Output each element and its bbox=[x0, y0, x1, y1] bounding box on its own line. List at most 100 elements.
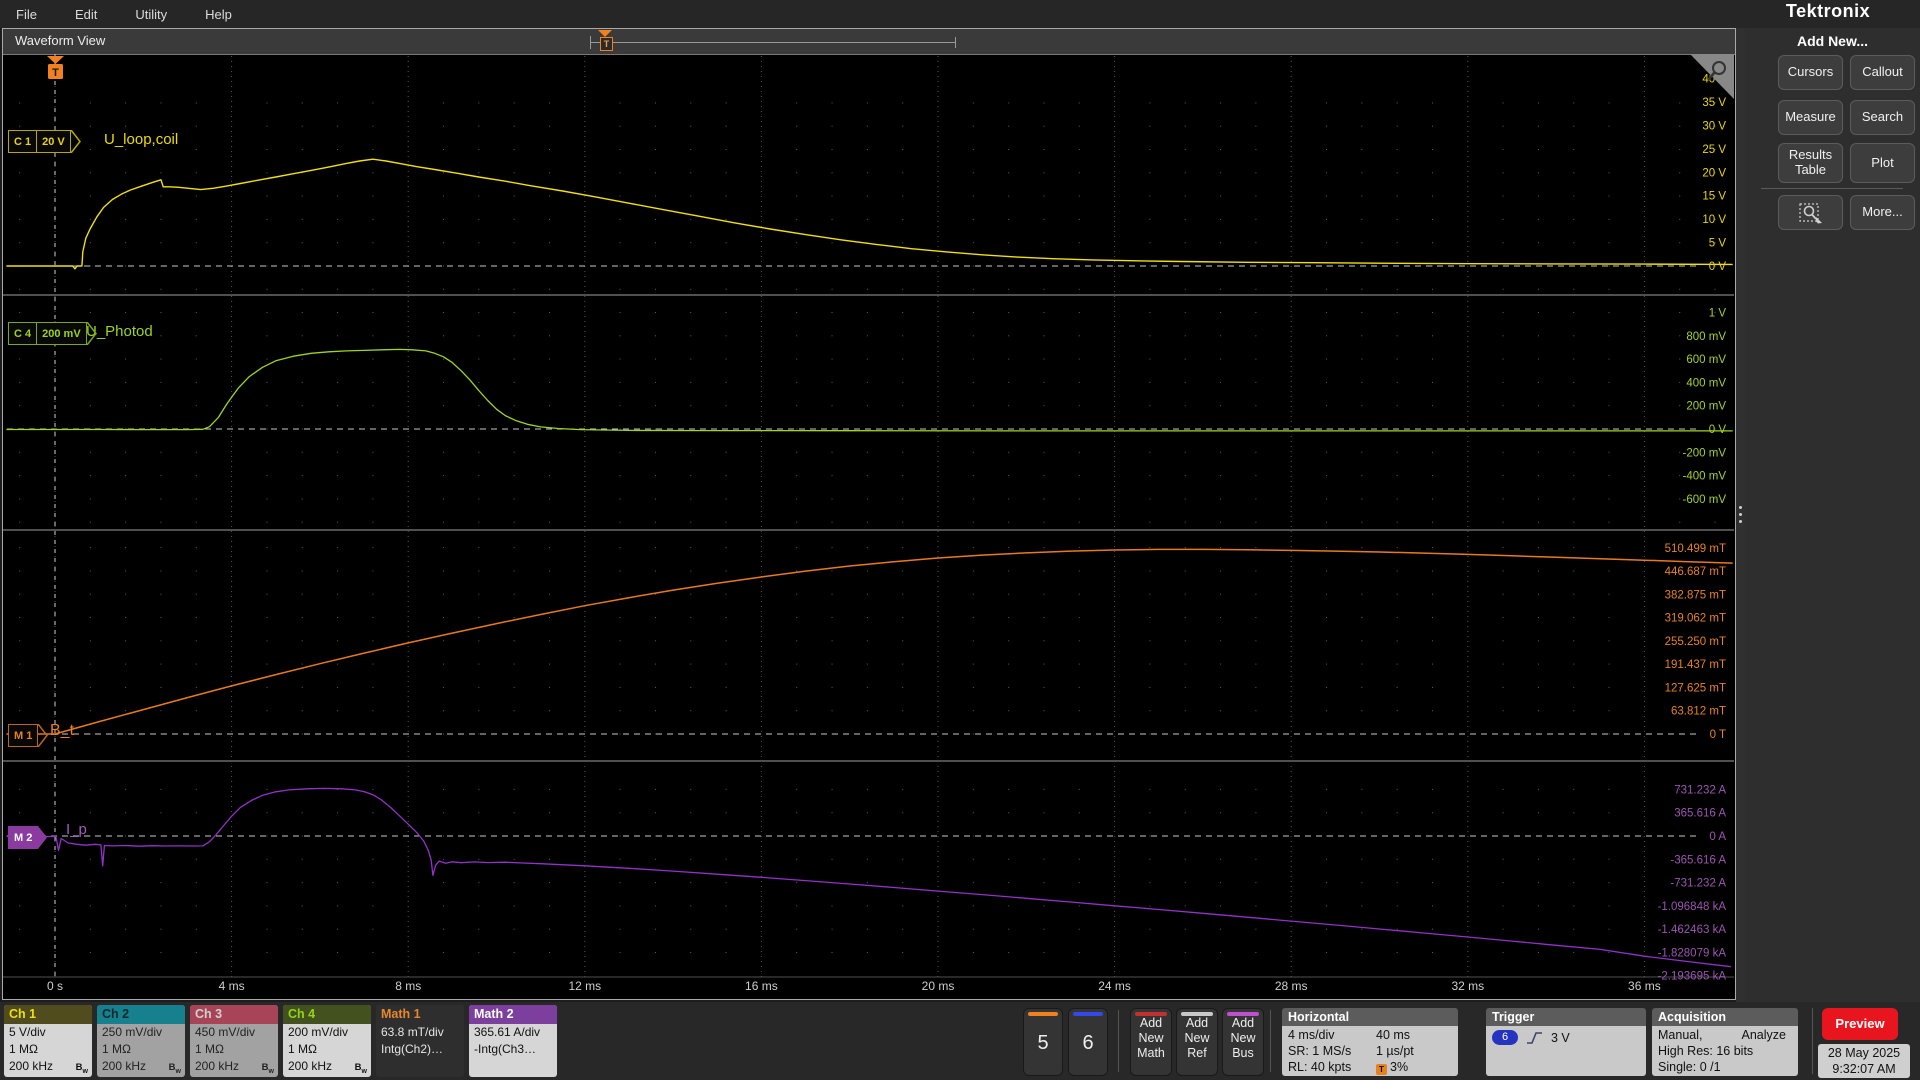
channel-badge-math1-name: Math 1 bbox=[376, 1005, 464, 1024]
channel-badge-ch1-line1: 5 V/div bbox=[9, 1025, 46, 1039]
trigger-flag[interactable]: T bbox=[47, 56, 64, 79]
channel-badge-ch3-line1: 450 mV/div bbox=[195, 1025, 256, 1039]
y-axis-label-m1: 191.437 mT bbox=[1665, 659, 1726, 671]
y-axis-label-ch4: 800 mV bbox=[1686, 331, 1726, 343]
group-5-label: 5 bbox=[1037, 1032, 1049, 1054]
trigger-panel-title: Trigger bbox=[1486, 1008, 1646, 1026]
badge-arrow-icon bbox=[70, 130, 81, 153]
channel-badge-math1[interactable]: Math 1 63.8 mT/div Intg(Ch2)… bbox=[376, 1005, 464, 1077]
math-badge-m2[interactable]: M 2 bbox=[8, 826, 49, 849]
channel-badge-ch3-line2: 1 MΩ bbox=[195, 1042, 224, 1056]
y-axis-label-ch1: 35 V bbox=[1702, 97, 1726, 109]
y-axis-label-m1: 510.499 mT bbox=[1665, 543, 1726, 555]
menu-item-edit[interactable]: Edit bbox=[75, 7, 97, 22]
y-axis-label-ch4: 200 mV bbox=[1686, 401, 1726, 413]
menu-item-file[interactable]: File bbox=[16, 7, 37, 22]
x-axis-label: 8 ms bbox=[395, 979, 421, 993]
add-new-label: New bbox=[1184, 1031, 1210, 1045]
channel-badge-ch3-line3: 200 kHz Bw bbox=[190, 1058, 278, 1075]
channel-badge-ch4[interactable]: Ch 4 200 mV/div 1 MΩ 200 kHz Bw bbox=[283, 1005, 371, 1077]
x-axis-label: 32 ms bbox=[1451, 979, 1484, 993]
y-axis-label-ch1: 10 V bbox=[1702, 214, 1726, 226]
math-badge-m1[interactable]: M 1 bbox=[8, 724, 49, 747]
add-new-bus-button[interactable]: Add New Bus bbox=[1222, 1008, 1264, 1076]
y-axis-label-ch1: 15 V bbox=[1702, 191, 1726, 203]
more-button[interactable]: More... bbox=[1850, 195, 1915, 230]
add-new-label: New bbox=[1230, 1031, 1256, 1045]
channel-badge-ch1-line2: 1 MΩ bbox=[9, 1042, 38, 1056]
channel-badge-ch4-line1: 200 mV/div bbox=[288, 1025, 349, 1039]
y-axis-label-m2: -731.232 A bbox=[1670, 878, 1726, 890]
measure-button[interactable]: Measure bbox=[1778, 100, 1843, 135]
y-axis-label-ch4: 600 mV bbox=[1686, 354, 1726, 366]
x-axis-label: 20 ms bbox=[922, 979, 955, 993]
channel-badge-ch1-name: Ch 1 bbox=[4, 1005, 92, 1024]
time-text: 9:32:07 AM bbox=[1832, 1062, 1896, 1076]
add-new-label: Add bbox=[1231, 1016, 1255, 1030]
channel-badge-ch2-line1: 250 mV/div bbox=[102, 1025, 163, 1039]
preview-button[interactable]: Preview bbox=[1822, 1008, 1898, 1040]
y-axis-label-ch1: 0 V bbox=[1709, 261, 1727, 273]
channel-badge-ch2-line3: 200 kHz Bw bbox=[97, 1058, 185, 1075]
bottom-bar: Ch 15 V/div 1 MΩ 200 kHz Bw Ch 2 250 mV/div 1 … bbox=[0, 1002, 1920, 1080]
y-axis-label-ch1: 25 V bbox=[1702, 144, 1726, 156]
callout-button[interactable]: Callout bbox=[1850, 55, 1915, 90]
menu-item-help[interactable]: Help bbox=[205, 7, 232, 22]
oscilloscope-screen: File Edit Utility Help Tektronix Wavefor… bbox=[0, 0, 1920, 1080]
zoom-corner-button[interactable] bbox=[1690, 54, 1734, 99]
group-button-6[interactable]: 6 bbox=[1068, 1008, 1108, 1076]
channel-badge-math2-line2: -Intg(Ch3… bbox=[474, 1042, 537, 1056]
channel-badge-ch2-line2: 1 MΩ bbox=[102, 1042, 131, 1056]
bottom-separator bbox=[1812, 1008, 1813, 1074]
group-5-accent bbox=[1028, 1012, 1058, 1016]
channel-badge-c4-name: C 4 bbox=[8, 322, 37, 345]
add-new-math-button[interactable]: Add New Math bbox=[1130, 1008, 1172, 1076]
waveform-ch4 bbox=[6, 348, 1733, 432]
trigger-position-icon[interactable]: T bbox=[600, 37, 613, 51]
plot-button[interactable]: Plot bbox=[1850, 143, 1915, 183]
math-badge-m1-name: M 1 bbox=[8, 724, 39, 747]
channel-badge-math2-name: Math 2 bbox=[469, 1005, 557, 1024]
y-axis-label-m2: -365.616 A bbox=[1670, 854, 1726, 866]
channel-badge-ch1-line3: 200 kHz Bw bbox=[4, 1058, 92, 1075]
panel-resize-handle[interactable] bbox=[1739, 506, 1742, 527]
waveform-view-title: Waveform View bbox=[15, 33, 106, 48]
add-new-ref-button[interactable]: Add New Ref bbox=[1176, 1008, 1218, 1076]
search-button[interactable]: Search bbox=[1850, 100, 1915, 135]
channel-badge-c1[interactable]: C 1 20 V bbox=[8, 130, 82, 153]
menu-item-utility[interactable]: Utility bbox=[135, 7, 167, 22]
group-button-5[interactable]: 5 bbox=[1023, 1008, 1063, 1076]
channel-badge-c4[interactable]: C 4 200 mV bbox=[8, 322, 98, 345]
y-axis-label-m2: -1.096848 kA bbox=[1658, 901, 1727, 913]
channel-badge-ch4-line2: 1 MΩ bbox=[288, 1042, 317, 1056]
results-table-button[interactable]: Results Table bbox=[1778, 143, 1843, 183]
horizontal-panel[interactable]: Horizontal 4 ms/div 40 ms SR: 1 MS/s 1 µs/… bbox=[1282, 1008, 1458, 1076]
trigger-panel[interactable]: Trigger 6 3 V bbox=[1486, 1008, 1646, 1076]
channel-badge-ch1[interactable]: Ch 15 V/div 1 MΩ 200 kHz Bw bbox=[4, 1005, 92, 1077]
sidebar: Add New... Cursors Callout Measure Searc… bbox=[1745, 28, 1920, 1002]
trigger-position-arrow-icon bbox=[598, 30, 612, 37]
cursors-button[interactable]: Cursors bbox=[1778, 55, 1843, 90]
channel-badge-ch2[interactable]: Ch 2 250 mV/div 1 MΩ 200 kHz Bw bbox=[97, 1005, 185, 1077]
menu-bar: File Edit Utility Help Tektronix bbox=[0, 0, 1920, 28]
y-axis-label-m2: 731.232 A bbox=[1674, 785, 1726, 797]
add-new-label: Ref bbox=[1187, 1046, 1207, 1060]
channel-badge-c4-scale: 200 mV bbox=[36, 322, 87, 345]
add-new-label: Bus bbox=[1232, 1046, 1254, 1060]
channel-badge-ch3-name: Ch 3 bbox=[190, 1005, 278, 1024]
zoom-select-button[interactable] bbox=[1778, 195, 1843, 230]
add-new-label: Add bbox=[1185, 1016, 1209, 1030]
zoom-select-icon bbox=[1798, 202, 1822, 223]
x-axis-label: 0 s bbox=[47, 979, 63, 993]
acquisition-panel[interactable]: Acquisition Manual, Analyze High Res: 16 … bbox=[1652, 1008, 1798, 1076]
x-axis-label: 24 ms bbox=[1098, 979, 1131, 993]
trigger-source-pill: 6 bbox=[1492, 1030, 1518, 1045]
x-axis-label: 28 ms bbox=[1275, 979, 1308, 993]
tektronix-logo: Tektronix bbox=[1785, 1, 1871, 21]
horizontal-panel-title: Horizontal bbox=[1282, 1008, 1458, 1026]
channel-badge-ch3[interactable]: Ch 3 450 mV/div 1 MΩ 200 kHz Bw bbox=[190, 1005, 278, 1077]
channel-badge-math2[interactable]: Math 2 365.61 A/div -Intg(Ch3… bbox=[469, 1005, 557, 1077]
trace-label-ch1: U_loop,coil bbox=[104, 131, 179, 148]
horizontal-position-indicator[interactable]: T bbox=[584, 30, 956, 51]
trace-label-m1: B_t bbox=[50, 722, 75, 739]
